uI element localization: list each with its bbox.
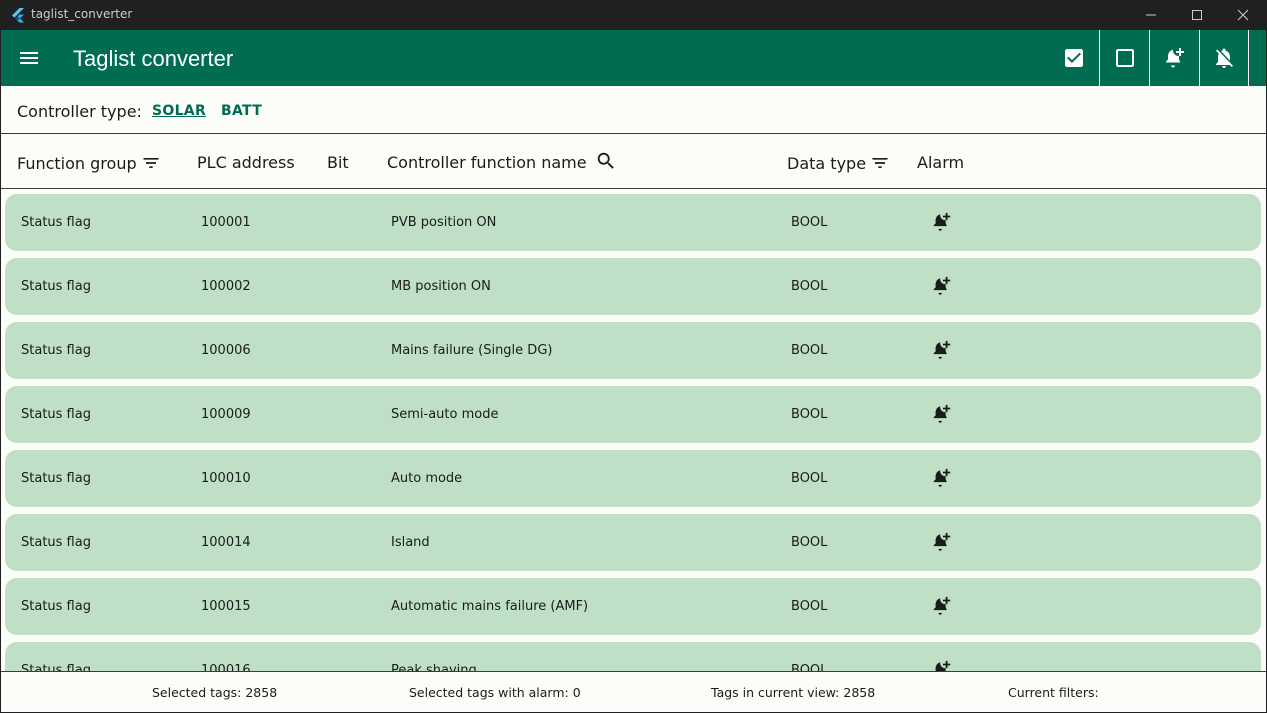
minimize-icon — [1146, 14, 1156, 16]
cell-function-group: Status flag — [21, 599, 91, 614]
menu-button[interactable] — [17, 46, 41, 70]
cell-function-name: PVB position ON — [391, 215, 497, 230]
add-alarm-icon[interactable] — [931, 467, 953, 489]
cell-function-group: Status flag — [21, 343, 91, 358]
cell-data-type: BOOL — [791, 599, 828, 614]
controller-type-bar: Controller type: SOLAR BATT — [1, 86, 1266, 134]
add-alarm-icon[interactable] — [931, 275, 953, 297]
add-alarm-icon[interactable] — [931, 339, 953, 361]
checkbox-empty-icon — [1115, 49, 1134, 67]
cell-data-type: BOOL — [791, 471, 828, 486]
cell-plc-address: 100009 — [201, 407, 251, 422]
cell-plc-address: 100006 — [201, 343, 251, 358]
controller-type-batt[interactable]: BATT — [221, 103, 262, 119]
controller-type-solar[interactable]: SOLAR — [152, 103, 206, 119]
table-row[interactable]: Status flag 100014 Island BOOL — [5, 514, 1261, 571]
add-alarm-all-button[interactable] — [1149, 30, 1199, 86]
cell-data-type: BOOL — [791, 215, 828, 230]
remove-alarm-all-button[interactable] — [1199, 30, 1249, 86]
selected-tags-count: Selected tags: 2858 — [152, 685, 278, 700]
add-alarm-icon[interactable] — [931, 531, 953, 553]
header-bit-label: Bit — [327, 153, 349, 172]
cell-data-type: BOOL — [791, 279, 828, 294]
cell-data-type: BOOL — [791, 535, 828, 550]
cell-function-name: Island — [391, 535, 430, 550]
page-title: Taglist converter — [73, 46, 234, 71]
header-alarm-label: Alarm — [917, 153, 965, 172]
cell-function-name: Peak shaving — [391, 663, 477, 671]
checkbox-checked-icon — [1065, 49, 1083, 67]
header-alarm: Alarm — [917, 153, 964, 172]
cell-plc-address: 100015 — [201, 599, 251, 614]
add-alarm-icon[interactable] — [931, 595, 953, 617]
cell-function-group: Status flag — [21, 535, 91, 550]
close-icon — [1237, 9, 1249, 21]
close-button[interactable] — [1220, 0, 1266, 30]
cell-plc-address: 100016 — [201, 663, 251, 671]
cell-data-type: BOOL — [791, 663, 828, 671]
status-footer: Selected tags: 2858 Selected tags with a… — [1, 671, 1266, 712]
search-icon[interactable] — [595, 150, 617, 172]
cell-plc-address: 100002 — [201, 279, 251, 294]
header-function-group[interactable]: Function group — [17, 153, 161, 173]
cell-function-name: Automatic mains failure (AMF) — [391, 599, 589, 614]
add-alarm-icon — [1165, 48, 1184, 68]
flutter-icon — [12, 8, 24, 23]
maximize-button[interactable] — [1174, 0, 1220, 30]
cell-plc-address: 100001 — [201, 215, 251, 230]
header-data-type-label: Data type — [787, 153, 867, 173]
table-row[interactable]: Status flag 100015 Automatic mains failu… — [5, 578, 1261, 635]
add-alarm-icon[interactable] — [931, 211, 953, 233]
minimize-button[interactable] — [1128, 0, 1174, 30]
window-title: taglist_converter — [31, 7, 133, 21]
cell-data-type: BOOL — [791, 407, 828, 422]
header-bit: Bit — [327, 153, 349, 172]
table-header: Function group PLC address Bit Controlle… — [1, 135, 1266, 189]
add-alarm-icon[interactable] — [931, 403, 953, 425]
cell-plc-address: 100014 — [201, 535, 251, 550]
cell-function-name: Semi-auto mode — [391, 407, 499, 422]
app-window: Taglist converter Controller type: SOLAR — [1, 30, 1266, 712]
cell-function-name: Mains failure (Single DG) — [391, 343, 553, 358]
maximize-icon — [1192, 10, 1202, 20]
cell-function-name: Auto mode — [391, 471, 463, 486]
cell-function-group: Status flag — [21, 215, 91, 230]
cell-function-group: Status flag — [21, 279, 91, 294]
table-row[interactable]: Status flag 100001 PVB position ON BOOL — [5, 194, 1261, 251]
cell-function-name: MB position ON — [391, 279, 491, 294]
table-row[interactable]: Status flag 100002 MB position ON BOOL — [5, 258, 1261, 315]
app-bar: Taglist converter — [1, 30, 1266, 86]
cell-function-group: Status flag — [21, 663, 91, 671]
header-function-group-label: Function group — [17, 153, 137, 173]
filter-icon[interactable] — [870, 153, 890, 173]
header-controller-function-name: Controller function name — [387, 150, 617, 172]
cell-data-type: BOOL — [791, 343, 828, 358]
notifications-off-icon — [1216, 48, 1233, 68]
select-all-button[interactable] — [1049, 30, 1099, 86]
filter-icon[interactable] — [141, 153, 161, 173]
table-row[interactable]: Status flag 100006 Mains failure (Single… — [5, 322, 1261, 379]
cell-plc-address: 100010 — [201, 471, 251, 486]
header-plc-address-label: PLC address — [197, 153, 295, 172]
header-data-type[interactable]: Data type — [787, 153, 890, 173]
deselect-all-button[interactable] — [1099, 30, 1149, 86]
window-titlebar: taglist_converter — [0, 0, 1267, 30]
cell-function-group: Status flag — [21, 471, 91, 486]
table-row[interactable]: Status flag 100010 Auto mode BOOL — [5, 450, 1261, 507]
table-row[interactable]: Status flag 100016 Peak shaving BOOL — [5, 642, 1261, 671]
tag-list[interactable]: Status flag 100001 PVB position ON BOOL … — [1, 190, 1266, 671]
current-filters: Current filters: — [1008, 685, 1099, 700]
tags-in-view-count: Tags in current view: 2858 — [711, 685, 876, 700]
hamburger-menu-icon — [20, 52, 38, 64]
selected-tags-with-alarm-count: Selected tags with alarm: 0 — [409, 685, 581, 700]
header-plc-address: PLC address — [197, 153, 295, 172]
cell-function-group: Status flag — [21, 407, 91, 422]
header-controller-function-name-label: Controller function name — [387, 153, 587, 172]
controller-type-label: Controller type: — [17, 102, 142, 121]
table-row[interactable]: Status flag 100009 Semi-auto mode BOOL — [5, 386, 1261, 443]
add-alarm-icon[interactable] — [931, 659, 953, 671]
